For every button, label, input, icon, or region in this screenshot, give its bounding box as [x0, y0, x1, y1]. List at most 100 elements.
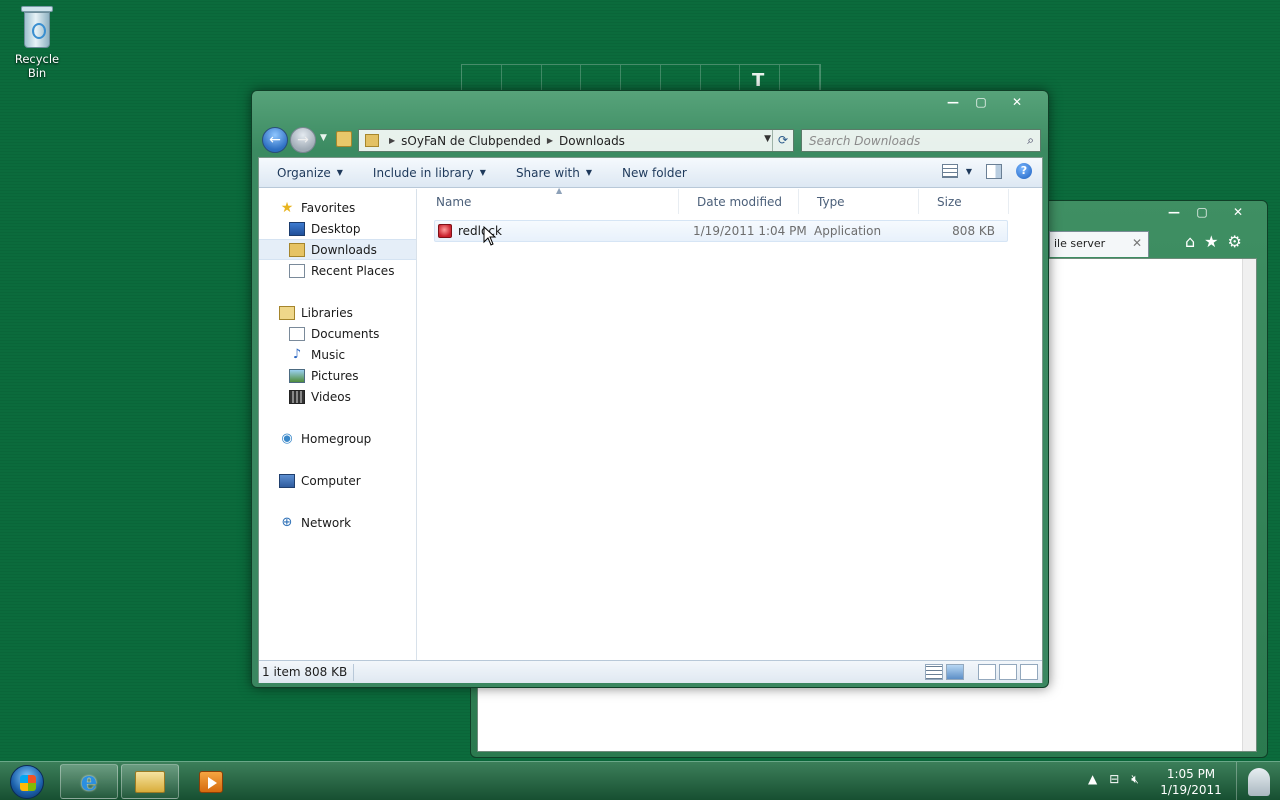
chevron-right-icon[interactable]: ▶ — [389, 136, 395, 145]
nav-label: Recent Places — [311, 263, 395, 278]
column-label: Name — [436, 194, 472, 209]
taskbar-internet-explorer[interactable]: e — [60, 764, 118, 799]
nav-music[interactable]: ♪ Music — [259, 344, 416, 365]
recent-places-icon — [289, 263, 305, 278]
chevron-down-icon: ▼ — [336, 168, 343, 177]
breadcrumb-user[interactable]: sOyFaN de Clubpended — [401, 134, 541, 148]
preview-pane-layout-icon[interactable] — [1020, 664, 1038, 680]
nav-computer[interactable]: Computer — [259, 470, 416, 491]
home-icon[interactable]: ⌂ — [1185, 232, 1195, 251]
pictures-icon — [289, 368, 305, 383]
vertical-scrollbar[interactable] — [1242, 259, 1256, 751]
minimize-button[interactable]: — — [1161, 203, 1187, 221]
folder-icon — [135, 770, 165, 793]
explorer-window[interactable]: — ▢ ✕ ← → ▼ ▶ sOyFaN de Clubpended ▶ Dow… — [251, 90, 1049, 688]
desktop-icon — [289, 221, 305, 236]
nav-libraries[interactable]: Libraries — [259, 302, 416, 323]
nav-videos[interactable]: Videos — [259, 386, 416, 407]
film-strip-icon — [289, 389, 305, 404]
nav-label: Network — [301, 515, 352, 530]
nav-homegroup[interactable]: ◉ Homegroup — [259, 428, 416, 449]
nav-favorites[interactable]: ★ Favorites — [259, 197, 416, 218]
details-view-icon[interactable] — [925, 664, 943, 680]
computer-icon — [279, 473, 295, 488]
search-icon[interactable]: ⌕ — [1027, 133, 1034, 148]
large-icons-view-icon[interactable] — [946, 664, 964, 680]
nav-network[interactable]: ⊕ Network — [259, 512, 416, 533]
column-headers: ▲ Name Date modified Type Size — [418, 186, 1043, 214]
column-label: Date modified — [697, 194, 783, 209]
nav-documents[interactable]: Documents — [259, 323, 416, 344]
chevron-right-icon[interactable]: ▶ — [547, 136, 553, 145]
recycle-bin-label: Recycle Bin — [14, 52, 60, 80]
volume-muted-icon[interactable]: 🔇︎ — [1131, 772, 1139, 787]
taskbar: e ▲ ⊟ 🔇︎ 1:05 PM 1/19/2011 — [0, 761, 1280, 800]
column-header-date[interactable]: Date modified — [679, 189, 799, 214]
close-button[interactable]: ✕ — [996, 93, 1038, 111]
change-view-button[interactable]: ▼ — [941, 164, 972, 178]
details-pane-layout-icon[interactable] — [999, 664, 1017, 680]
column-header-size[interactable]: Size — [919, 189, 1009, 214]
media-player-icon — [199, 770, 223, 793]
recycle-bin-shortcut[interactable]: Recycle Bin — [4, 6, 70, 80]
show-desktop-button[interactable] — [1236, 762, 1280, 800]
show-hidden-icons-icon[interactable]: ▲ — [1088, 772, 1097, 787]
command-bar: Organize ▼ Include in library ▼ Share with… — [259, 158, 1042, 188]
organize-button[interactable]: Organize ▼ — [259, 166, 355, 180]
nav-label: Homegroup — [301, 431, 372, 446]
column-header-type[interactable]: Type — [799, 189, 919, 214]
navigation-pane: ★ Favorites Desktop Downloads Recent Plac… — [259, 189, 417, 660]
file-list: ▲ Name Date modified Type Size redlock 1… — [418, 186, 1043, 660]
favorites-star-icon[interactable]: ★ — [1204, 232, 1218, 251]
nav-recent-places[interactable]: Recent Places — [259, 260, 416, 281]
include-in-library-button[interactable]: Include in library ▼ — [355, 166, 498, 180]
taskbar-media-player[interactable] — [182, 764, 240, 799]
search-placeholder: Search Downloads — [809, 134, 921, 148]
minimize-button[interactable]: — — [940, 93, 966, 111]
folder-icon — [365, 134, 379, 147]
chevron-down-icon: ▼ — [585, 168, 592, 177]
start-button[interactable] — [4, 763, 48, 800]
address-bar[interactable]: ▶ sOyFaN de Clubpended ▶ Downloads ▼ ⟳ — [358, 129, 794, 152]
system-clock[interactable]: 1:05 PM 1/19/2011 — [1158, 766, 1224, 798]
share-with-label: Share with — [515, 165, 580, 180]
include-in-library-label: Include in library — [372, 165, 474, 180]
nav-pictures[interactable]: Pictures — [259, 365, 416, 386]
maximize-button[interactable]: ▢ — [968, 93, 994, 111]
column-header-name[interactable]: Name — [418, 189, 679, 214]
nav-downloads[interactable]: Downloads — [259, 239, 416, 260]
help-icon[interactable]: ? — [1016, 163, 1032, 179]
organize-label: Organize — [277, 165, 331, 180]
recycle-bin-icon — [19, 6, 55, 48]
tools-gear-icon[interactable]: ⚙ — [1228, 232, 1242, 251]
status-bar: 1 item 808 KB — [259, 660, 1042, 683]
nav-label: Documents — [311, 326, 380, 341]
nav-label: Videos — [311, 389, 351, 404]
breadcrumb-downloads[interactable]: Downloads — [559, 134, 625, 148]
back-button[interactable]: ← — [262, 127, 288, 153]
address-history-dropdown[interactable]: ▼ — [764, 134, 771, 144]
maximize-button[interactable]: ▢ — [1189, 203, 1215, 221]
new-folder-label: New folder — [622, 165, 687, 180]
preview-pane-icon[interactable] — [986, 163, 1002, 179]
tab-close-icon[interactable]: ✕ — [1132, 236, 1142, 250]
share-with-button[interactable]: Share with ▼ — [498, 166, 604, 180]
table-row[interactable]: redlock 1/19/2011 1:04 PM Application 80… — [434, 220, 1008, 242]
new-folder-button[interactable]: New folder — [604, 166, 699, 180]
network-tray-icon[interactable]: ⊟ — [1109, 772, 1119, 787]
nav-desktop[interactable]: Desktop — [259, 218, 416, 239]
navigation-pane-layout-icon[interactable] — [978, 664, 996, 680]
internet-explorer-icon: e — [80, 766, 98, 797]
windows-logo-icon — [10, 765, 44, 799]
browser-tab[interactable]: ile server ✕ — [1049, 231, 1149, 257]
forward-button[interactable]: → — [290, 127, 316, 153]
taskbar-windows-explorer[interactable] — [121, 764, 179, 799]
folder-up-icon[interactable] — [336, 131, 352, 147]
refresh-icon[interactable]: ⟳ — [772, 130, 793, 151]
close-button[interactable]: ✕ — [1217, 203, 1259, 221]
nav-label: Downloads — [311, 242, 377, 257]
clock-date: 1/19/2011 — [1160, 783, 1222, 797]
application-icon — [438, 224, 452, 238]
recent-pages-dropdown[interactable]: ▼ — [320, 133, 327, 143]
search-input[interactable]: Search Downloads ⌕ — [801, 129, 1041, 152]
